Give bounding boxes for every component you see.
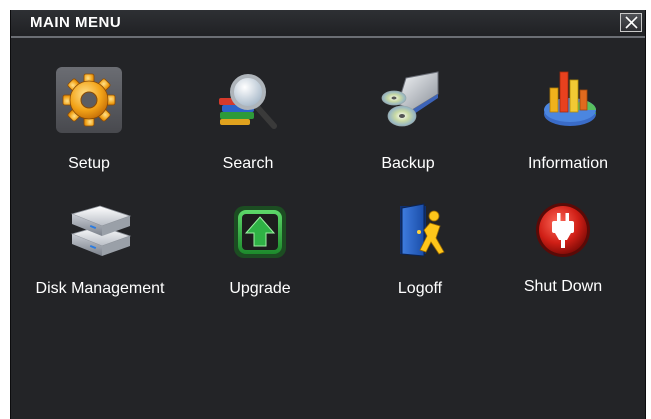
magnifier-books-icon [212, 64, 284, 136]
menu-label-disk-management: Disk Management [35, 280, 165, 297]
pie-chart-icon [532, 64, 604, 136]
menu-label-shut-down: Shut Down [523, 278, 603, 295]
menu-grid: Setup Search Backup Information Disk Man… [11, 38, 645, 419]
menu-item-disk-management[interactable]: Disk Management [25, 196, 175, 297]
menu-label-information: Information [527, 155, 609, 172]
menu-item-upgrade[interactable]: Upgrade [185, 196, 335, 297]
disc-drive-icon [372, 64, 444, 136]
close-icon [625, 16, 638, 29]
close-button[interactable] [620, 13, 642, 32]
upgrade-arrow-icon [224, 196, 296, 268]
menu-label-upgrade: Upgrade [229, 280, 291, 297]
title-bar: MAIN MENU [11, 10, 645, 38]
menu-item-search[interactable]: Search [173, 64, 323, 172]
menu-item-backup[interactable]: Backup [333, 64, 483, 172]
main-menu-window: MAIN MENU Setup Search Backup Informatio… [10, 10, 646, 419]
menu-item-shut-down[interactable]: Shut Down [488, 196, 638, 295]
logoff-door-icon [384, 196, 456, 268]
menu-label-logoff: Logoff [397, 280, 443, 297]
window-title: MAIN MENU [30, 14, 122, 31]
menu-label-search: Search [222, 155, 274, 172]
hard-disk-icon [64, 196, 136, 268]
menu-label-backup: Backup [381, 155, 435, 172]
menu-item-logoff[interactable]: Logoff [345, 196, 495, 297]
menu-item-setup[interactable]: Setup [14, 64, 164, 172]
gear-icon [53, 64, 125, 136]
menu-item-information[interactable]: Information [493, 64, 643, 172]
menu-label-setup: Setup [68, 155, 110, 172]
power-plug-icon [527, 196, 599, 268]
